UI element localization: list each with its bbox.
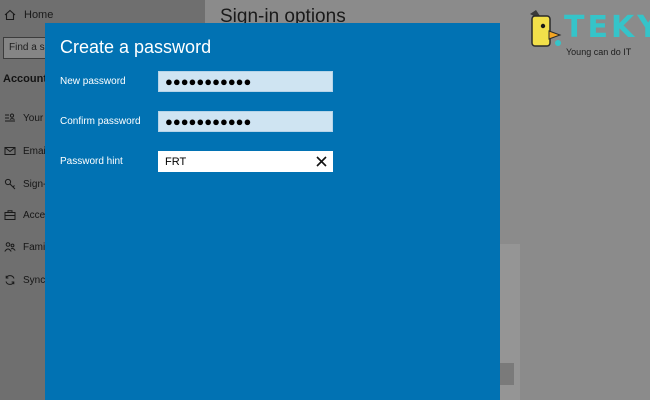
- close-icon[interactable]: [315, 156, 327, 168]
- sidebar-item-label: Your: [23, 112, 44, 124]
- home-label: Home: [24, 9, 54, 21]
- logo-tagline: Young can do IT: [566, 47, 632, 57]
- key-icon: [3, 177, 17, 191]
- sidebar-item-label: Famil: [23, 241, 48, 253]
- duck-mascot-icon: [530, 10, 562, 47]
- briefcase-icon: [3, 208, 17, 222]
- password-hint-input[interactable]: FRT: [158, 151, 333, 172]
- sidebar-item-sign-in[interactable]: Sign-: [3, 177, 46, 191]
- confirm-password-label: Confirm password: [60, 116, 141, 127]
- person-card-icon: [3, 111, 17, 125]
- sidebar-item-label: Sync: [23, 274, 46, 286]
- create-password-dialog: Create a password New password ●●●●●●●●●…: [45, 23, 500, 400]
- password-hint-value: FRT: [165, 155, 187, 168]
- background-button: [498, 363, 514, 385]
- sidebar-item-email[interactable]: Email: [3, 144, 48, 158]
- sync-icon: [3, 273, 17, 287]
- new-password-input[interactable]: ●●●●●●●●●●●: [158, 71, 333, 92]
- home-link[interactable]: Home: [4, 9, 53, 21]
- sidebar-item-label: Sign-: [23, 178, 47, 190]
- new-password-label: New password: [60, 76, 126, 87]
- home-icon: [4, 9, 16, 21]
- people-icon: [3, 240, 17, 254]
- sidebar-item-access[interactable]: Acces: [3, 208, 50, 222]
- mail-icon: [3, 144, 17, 158]
- dialog-title: Create a password: [60, 37, 212, 57]
- teky-logo: TEKY Young can do IT: [524, 8, 650, 58]
- password-hint-label: Password hint: [60, 156, 123, 167]
- sidebar-item-sync[interactable]: Sync: [3, 273, 45, 287]
- confirm-password-input[interactable]: ●●●●●●●●●●●: [158, 111, 333, 132]
- sidebar-item-family[interactable]: Famil: [3, 240, 47, 254]
- sidebar-item-your-info[interactable]: Your: [3, 111, 43, 125]
- logo-wordmark: TEKY: [564, 10, 650, 45]
